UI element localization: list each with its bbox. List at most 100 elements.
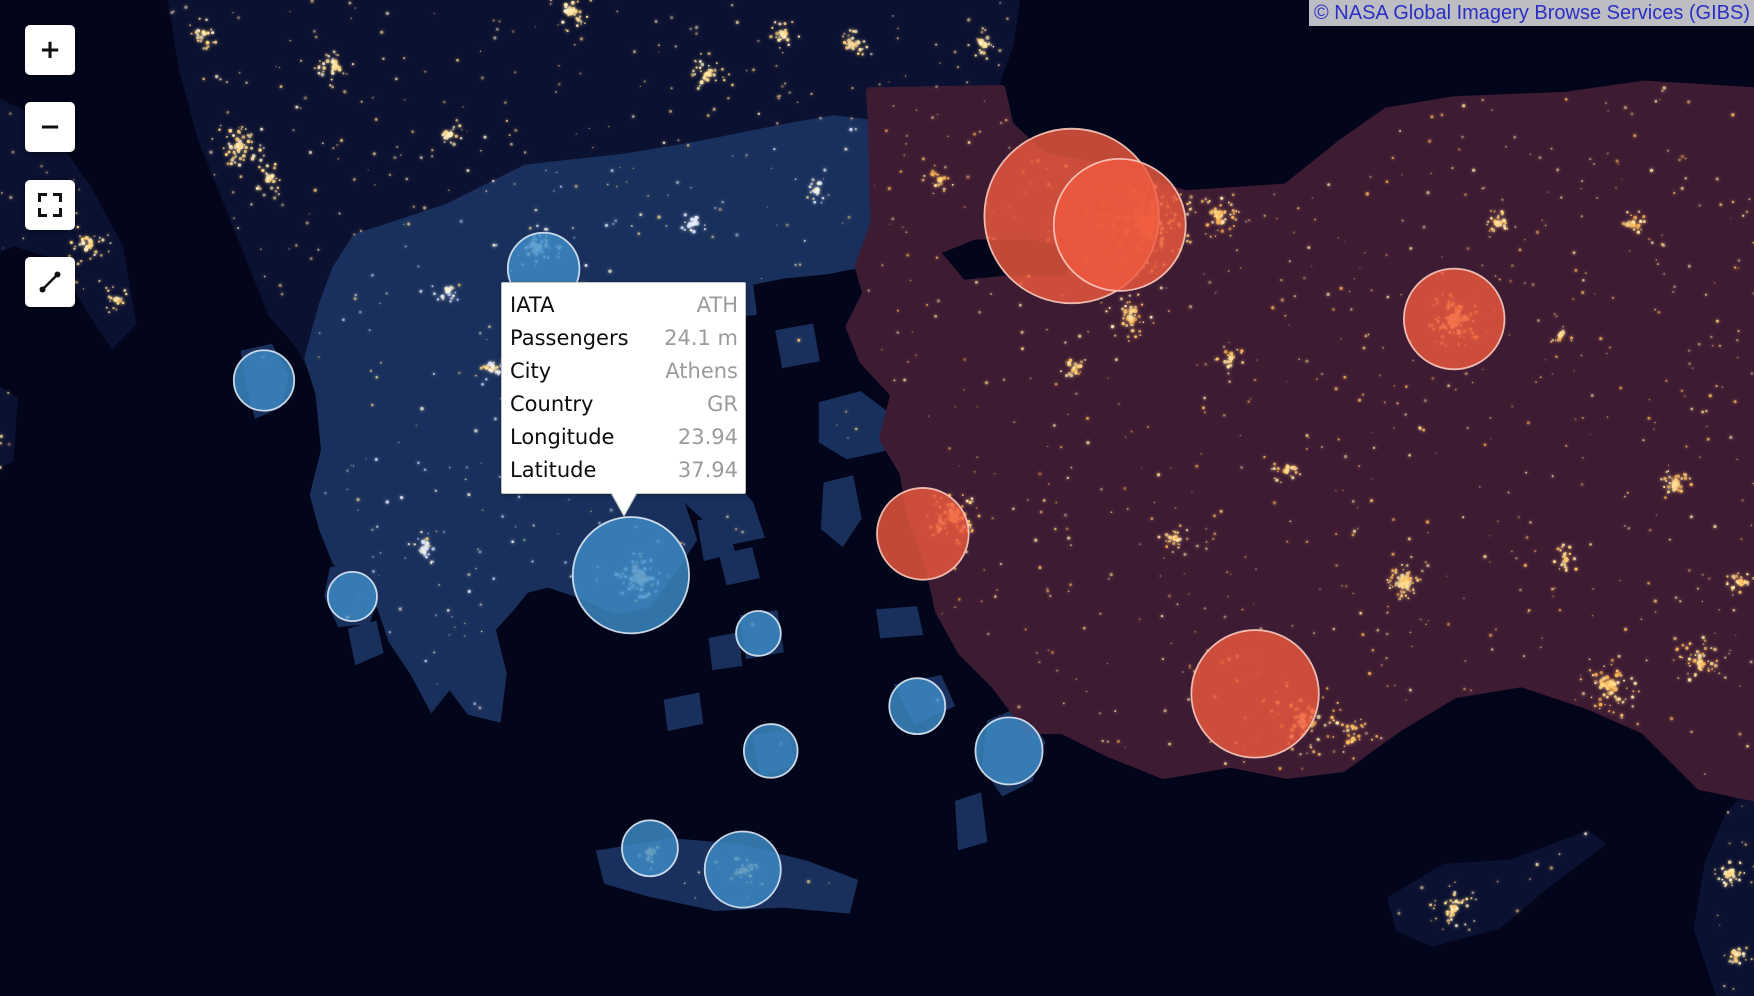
city-light	[555, 90, 557, 93]
city-light	[262, 154, 265, 157]
city-light	[564, 9, 569, 13]
city-light	[991, 517, 994, 520]
city-light	[1142, 321, 1145, 323]
airport-marker[interactable]	[735, 610, 782, 657]
city-light	[272, 166, 277, 170]
airport-marker[interactable]	[621, 819, 679, 878]
airport-marker[interactable]	[1402, 267, 1506, 371]
city-light	[75, 280, 78, 284]
city-light	[382, 57, 385, 60]
city-light	[1714, 282, 1716, 284]
city-light	[11, 150, 15, 154]
city-light	[356, 498, 360, 502]
city-light	[583, 22, 586, 25]
city-light	[1337, 438, 1340, 441]
city-light	[1317, 752, 1321, 756]
city-light	[1288, 324, 1290, 326]
city-light	[443, 130, 448, 135]
city-light	[1462, 516, 1465, 519]
city-light	[1138, 618, 1141, 621]
city-light	[1134, 335, 1137, 339]
city-light	[1241, 361, 1245, 364]
city-light	[1347, 734, 1351, 737]
city-light	[1744, 959, 1747, 961]
airport-marker[interactable]	[876, 487, 970, 581]
map-viewport[interactable]: © NASA Global Imagery Browse Services (G…	[0, 0, 1754, 996]
city-light	[707, 64, 710, 67]
city-light	[963, 358, 967, 361]
city-light	[1524, 239, 1526, 241]
city-light	[1306, 752, 1308, 755]
zoom-in-button[interactable]: +	[25, 25, 75, 75]
city-light	[1196, 364, 1198, 366]
city-light	[776, 95, 779, 98]
city-light	[1683, 472, 1686, 476]
city-light	[1187, 697, 1191, 701]
city-light	[1706, 425, 1708, 428]
city-light	[189, 24, 192, 27]
city-light	[1357, 398, 1362, 402]
city-light	[1161, 657, 1165, 661]
city-light	[1551, 339, 1555, 342]
city-light	[218, 128, 221, 131]
city-light	[803, 239, 806, 242]
airport-marker[interactable]	[232, 349, 296, 412]
city-light	[450, 297, 453, 300]
city-light	[1665, 479, 1668, 482]
city-light	[89, 243, 94, 248]
city-light	[1718, 609, 1720, 611]
city-light	[1398, 597, 1402, 601]
airport-marker[interactable]	[742, 723, 799, 779]
city-light	[1201, 406, 1205, 410]
airport-marker[interactable]	[1052, 158, 1187, 292]
city-light	[317, 248, 320, 251]
city-light	[1588, 658, 1591, 661]
city-light	[350, 464, 352, 467]
city-light	[1508, 333, 1511, 336]
city-light	[1551, 475, 1554, 478]
city-light	[1741, 805, 1743, 807]
city-light	[699, 52, 702, 55]
city-light	[935, 85, 938, 88]
city-light	[536, 224, 539, 228]
city-light	[1276, 467, 1280, 471]
city-light	[1596, 196, 1599, 199]
city-light	[270, 186, 274, 190]
measure-distance-button[interactable]	[25, 257, 75, 307]
city-light	[851, 86, 854, 90]
city-light	[1256, 359, 1258, 361]
city-light	[892, 105, 895, 107]
city-light	[1461, 135, 1464, 139]
airport-marker-ath[interactable]	[571, 516, 690, 635]
city-light	[1656, 263, 1659, 266]
attribution-link[interactable]: © NASA Global Imagery Browse Services (G…	[1314, 2, 1750, 24]
city-light	[212, 41, 215, 44]
city-light	[810, 92, 813, 95]
city-light	[1525, 536, 1529, 539]
city-light	[734, 527, 738, 531]
zoom-out-button[interactable]: −	[25, 102, 75, 152]
city-light	[1609, 690, 1614, 695]
city-light	[480, 462, 482, 465]
airport-marker[interactable]	[326, 570, 378, 622]
city-light	[906, 360, 909, 363]
airport-marker[interactable]	[1190, 629, 1320, 759]
city-light	[1647, 581, 1650, 585]
airport-marker[interactable]	[888, 677, 947, 736]
city-light	[978, 49, 981, 52]
airport-marker[interactable]	[703, 830, 782, 909]
city-light	[308, 213, 311, 215]
city-light	[1402, 585, 1405, 588]
city-light	[590, 510, 592, 513]
fullscreen-button[interactable]	[25, 180, 75, 230]
airport-marker[interactable]	[974, 716, 1044, 786]
city-light	[817, 188, 820, 191]
city-light	[1397, 402, 1399, 405]
city-light	[933, 171, 937, 176]
city-light	[654, 20, 658, 23]
city-light	[1466, 247, 1470, 250]
city-light	[1483, 443, 1487, 447]
city-light	[1599, 337, 1603, 341]
city-light	[610, 169, 614, 173]
city-light	[785, 223, 789, 227]
